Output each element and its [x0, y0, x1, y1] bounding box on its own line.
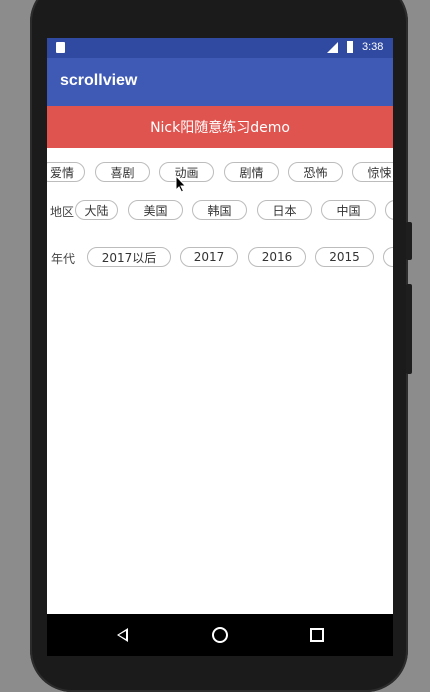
chip-region[interactable]: 中国	[321, 200, 376, 220]
chip-genre[interactable]: 惊悚	[352, 162, 393, 182]
chip-label: 喜剧	[110, 165, 135, 180]
chip-region[interactable]: 大陆	[75, 200, 118, 220]
chip-region[interactable]	[385, 200, 393, 220]
chip-year[interactable]: 2016	[248, 247, 306, 267]
chip-label: 2016	[261, 250, 293, 264]
chip-label: 惊悚	[367, 165, 392, 180]
mouse-cursor-icon	[175, 175, 187, 193]
chip-year[interactable]: 2015	[315, 247, 374, 267]
chip-label: 2017	[193, 250, 225, 264]
chip-label: 恐怖	[303, 165, 328, 180]
chip-region[interactable]: 日本	[257, 200, 312, 220]
chip-label: 韩国	[207, 203, 232, 218]
row-label-year: 年代	[51, 252, 76, 266]
chip-label: 美国	[143, 203, 168, 218]
app-bar: scrollview	[47, 58, 393, 106]
recents-icon[interactable]	[310, 628, 324, 642]
chip-label: 爱情	[49, 165, 74, 180]
navigation-bar	[47, 614, 393, 656]
chip-region[interactable]: 韩国	[192, 200, 247, 220]
chip-label: 大陆	[84, 203, 109, 218]
chip-label: 中国	[336, 203, 361, 218]
chip-genre[interactable]: 剧情	[224, 162, 279, 182]
banner-text: Nick阳随意练习demo	[150, 120, 290, 136]
chip-year[interactable]: 2017	[180, 247, 238, 267]
chip-region[interactable]: 美国	[128, 200, 183, 220]
chip-label: 日本	[272, 203, 297, 218]
genre-row[interactable]: 爱情 喜剧 动画 剧情 恐怖 惊悚	[47, 162, 393, 186]
status-time: 3:38	[362, 41, 384, 53]
chip-label: 剧情	[239, 165, 264, 180]
chip-genre[interactable]: 恐怖	[288, 162, 343, 182]
status-bar: 3:38	[47, 38, 393, 58]
app-title: scrollview	[60, 72, 138, 89]
chip-label: 2015	[329, 250, 360, 264]
chip-label: 2017以后	[101, 250, 157, 265]
banner: Nick阳随意练习demo	[47, 106, 393, 148]
power-button	[406, 284, 412, 374]
battery-icon	[347, 41, 353, 53]
chip-year[interactable]	[383, 247, 393, 267]
row-label-region: 地区	[50, 205, 75, 219]
region-row[interactable]: 地区 大陆 美国 韩国 日本 中国	[47, 200, 393, 224]
home-icon[interactable]	[212, 627, 228, 643]
sd-card-icon	[56, 42, 65, 53]
chip-genre[interactable]: 爱情	[47, 162, 85, 182]
chip-genre[interactable]: 喜剧	[95, 162, 150, 182]
year-row[interactable]: 年代 2017以后 2017 2016 2015	[47, 247, 393, 271]
volume-button	[406, 222, 412, 260]
signal-icon	[327, 42, 338, 53]
chip-year[interactable]: 2017以后	[87, 247, 171, 267]
screen: 3:38 scrollview Nick阳随意练习demo 爱情 喜剧 动画 剧…	[47, 38, 393, 614]
